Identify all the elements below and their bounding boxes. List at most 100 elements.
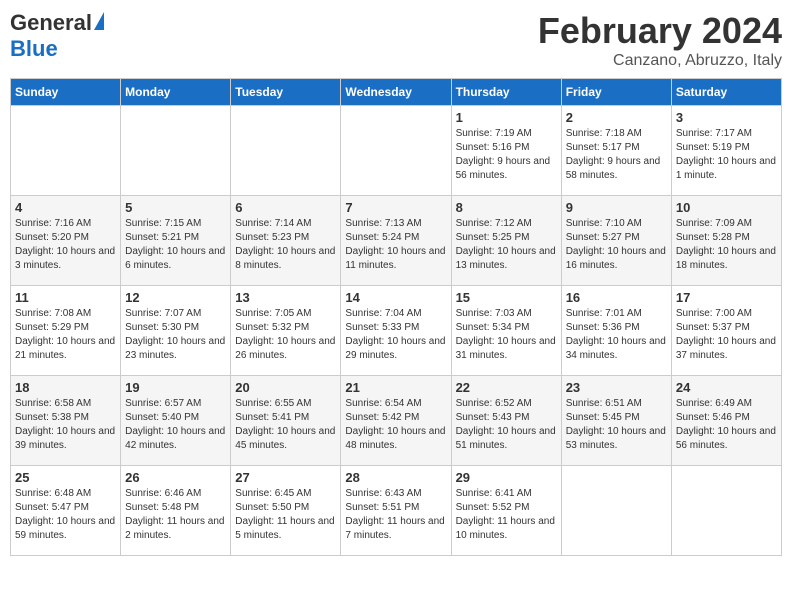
day-number: 5 xyxy=(125,200,226,215)
day-info: Sunrise: 6:52 AMSunset: 5:43 PMDaylight:… xyxy=(456,397,557,453)
calendar-cell-w4d6: 23 Sunrise: 6:51 AMSunset: 5:45 PMDayligh… xyxy=(561,376,671,466)
calendar-cell-w1d6: 2 Sunrise: 7:18 AMSunset: 5:17 PMDaylight… xyxy=(561,106,671,196)
day-number: 12 xyxy=(125,290,226,305)
logo-general-text: General xyxy=(10,10,92,36)
day-number: 8 xyxy=(456,200,557,215)
day-info: Sunrise: 7:16 AMSunset: 5:20 PMDaylight:… xyxy=(15,217,116,273)
calendar-cell-w3d7: 17Sunrise: 7:00 AMSunset: 5:37 PMDayligh… xyxy=(671,286,781,376)
calendar-body: 1 Sunrise: 7:19 AMSunset: 5:16 PMDaylight… xyxy=(11,106,782,556)
weekday-sunday: Sunday xyxy=(11,79,121,106)
day-info: Sunrise: 6:49 AMSunset: 5:46 PMDaylight:… xyxy=(676,397,777,453)
day-number: 25 xyxy=(15,470,116,485)
calendar-week-1: 1 Sunrise: 7:19 AMSunset: 5:16 PMDaylight… xyxy=(11,106,782,196)
calendar-cell-w5d4: 28Sunrise: 6:43 AMSunset: 5:51 PMDayligh… xyxy=(341,466,451,556)
day-number: 7 xyxy=(345,200,446,215)
calendar-cell-w3d3: 13 Sunrise: 7:05 AMSunset: 5:32 PMDayligh… xyxy=(231,286,341,376)
calendar-cell-w1d2 xyxy=(121,106,231,196)
day-number: 11 xyxy=(15,290,116,305)
calendar-cell-w2d1: 4 Sunrise: 7:16 AMSunset: 5:20 PMDaylight… xyxy=(11,196,121,286)
day-info: Sunrise: 7:12 AMSunset: 5:25 PMDaylight:… xyxy=(456,217,557,273)
day-info: Sunrise: 6:54 AMSunset: 5:42 PMDaylight:… xyxy=(345,397,446,453)
day-number: 19 xyxy=(125,380,226,395)
calendar-table: SundayMondayTuesdayWednesdayThursdayFrid… xyxy=(10,78,782,556)
day-info: Sunrise: 7:01 AMSunset: 5:36 PMDaylight:… xyxy=(566,307,667,363)
weekday-thursday: Thursday xyxy=(451,79,561,106)
day-info: Sunrise: 7:10 AMSunset: 5:27 PMDaylight:… xyxy=(566,217,667,273)
day-number: 10 xyxy=(676,200,777,215)
day-info: Sunrise: 6:45 AMSunset: 5:50 PMDaylight:… xyxy=(235,487,336,543)
day-number: 13 xyxy=(235,290,336,305)
day-number: 24 xyxy=(676,380,777,395)
day-info: Sunrise: 7:18 AMSunset: 5:17 PMDaylight:… xyxy=(566,127,667,183)
calendar-cell-w1d3 xyxy=(231,106,341,196)
day-number: 29 xyxy=(456,470,557,485)
calendar-cell-w2d4: 7 Sunrise: 7:13 AMSunset: 5:24 PMDaylight… xyxy=(341,196,451,286)
calendar-cell-w4d7: 24 Sunrise: 6:49 AMSunset: 5:46 PMDayligh… xyxy=(671,376,781,466)
calendar-cell-w1d7: 3 Sunrise: 7:17 AMSunset: 5:19 PMDaylight… xyxy=(671,106,781,196)
day-info: Sunrise: 7:17 AMSunset: 5:19 PMDaylight:… xyxy=(676,127,777,183)
day-info: Sunrise: 7:14 AMSunset: 5:23 PMDaylight:… xyxy=(235,217,336,273)
logo: General Blue xyxy=(10,10,104,62)
day-number: 18 xyxy=(15,380,116,395)
day-info: Sunrise: 6:51 AMSunset: 5:45 PMDaylight:… xyxy=(566,397,667,453)
calendar-cell-w2d5: 8 Sunrise: 7:12 AMSunset: 5:25 PMDaylight… xyxy=(451,196,561,286)
day-info: Sunrise: 6:48 AMSunset: 5:47 PMDaylight:… xyxy=(15,487,116,543)
weekday-saturday: Saturday xyxy=(671,79,781,106)
day-number: 23 xyxy=(566,380,667,395)
calendar-cell-w4d5: 22Sunrise: 6:52 AMSunset: 5:43 PMDayligh… xyxy=(451,376,561,466)
day-number: 28 xyxy=(345,470,446,485)
calendar-cell-w3d2: 12 Sunrise: 7:07 AMSunset: 5:30 PMDayligh… xyxy=(121,286,231,376)
weekday-friday: Friday xyxy=(561,79,671,106)
day-number: 26 xyxy=(125,470,226,485)
calendar-cell-w5d3: 27 Sunrise: 6:45 AMSunset: 5:50 PMDayligh… xyxy=(231,466,341,556)
day-info: Sunrise: 7:15 AMSunset: 5:21 PMDaylight:… xyxy=(125,217,226,273)
calendar-cell-w4d2: 19 Sunrise: 6:57 AMSunset: 5:40 PMDayligh… xyxy=(121,376,231,466)
calendar-cell-w3d1: 11 Sunrise: 7:08 AMSunset: 5:29 PMDayligh… xyxy=(11,286,121,376)
calendar-cell-w5d7 xyxy=(671,466,781,556)
day-info: Sunrise: 7:08 AMSunset: 5:29 PMDaylight:… xyxy=(15,307,116,363)
day-number: 6 xyxy=(235,200,336,215)
calendar-cell-w4d3: 20Sunrise: 6:55 AMSunset: 5:41 PMDayligh… xyxy=(231,376,341,466)
day-number: 4 xyxy=(15,200,116,215)
calendar-cell-w1d1 xyxy=(11,106,121,196)
calendar-week-5: 25 Sunrise: 6:48 AMSunset: 5:47 PMDayligh… xyxy=(11,466,782,556)
day-info: Sunrise: 6:57 AMSunset: 5:40 PMDaylight:… xyxy=(125,397,226,453)
title-block: February 2024 Canzano, Abruzzo, Italy xyxy=(538,10,782,70)
day-number: 21 xyxy=(345,380,446,395)
day-number: 14 xyxy=(345,290,446,305)
day-info: Sunrise: 6:58 AMSunset: 5:38 PMDaylight:… xyxy=(15,397,116,453)
day-info: Sunrise: 6:41 AMSunset: 5:52 PMDaylight:… xyxy=(456,487,557,543)
calendar-cell-w3d5: 15Sunrise: 7:03 AMSunset: 5:34 PMDayligh… xyxy=(451,286,561,376)
calendar-cell-w5d2: 26 Sunrise: 6:46 AMSunset: 5:48 PMDayligh… xyxy=(121,466,231,556)
calendar-cell-w3d6: 16 Sunrise: 7:01 AMSunset: 5:36 PMDayligh… xyxy=(561,286,671,376)
calendar-week-2: 4 Sunrise: 7:16 AMSunset: 5:20 PMDaylight… xyxy=(11,196,782,286)
calendar-cell-w2d7: 10Sunrise: 7:09 AMSunset: 5:28 PMDayligh… xyxy=(671,196,781,286)
weekday-monday: Monday xyxy=(121,79,231,106)
calendar-cell-w4d1: 18 Sunrise: 6:58 AMSunset: 5:38 PMDayligh… xyxy=(11,376,121,466)
day-number: 9 xyxy=(566,200,667,215)
day-number: 2 xyxy=(566,110,667,125)
logo-triangle-icon xyxy=(94,12,104,30)
page-header: General Blue February 2024 Canzano, Abru… xyxy=(10,10,782,70)
day-number: 27 xyxy=(235,470,336,485)
day-info: Sunrise: 7:00 AMSunset: 5:37 PMDaylight:… xyxy=(676,307,777,363)
calendar-cell-w1d5: 1 Sunrise: 7:19 AMSunset: 5:16 PMDaylight… xyxy=(451,106,561,196)
calendar-cell-w4d4: 21 Sunrise: 6:54 AMSunset: 5:42 PMDayligh… xyxy=(341,376,451,466)
day-info: Sunrise: 6:46 AMSunset: 5:48 PMDaylight:… xyxy=(125,487,226,543)
day-info: Sunrise: 7:04 AMSunset: 5:33 PMDaylight:… xyxy=(345,307,446,363)
day-number: 1 xyxy=(456,110,557,125)
weekday-header-row: SundayMondayTuesdayWednesdayThursdayFrid… xyxy=(11,79,782,106)
logo-blue-text: Blue xyxy=(10,36,58,62)
weekday-wednesday: Wednesday xyxy=(341,79,451,106)
calendar-cell-w5d5: 29 Sunrise: 6:41 AMSunset: 5:52 PMDayligh… xyxy=(451,466,561,556)
calendar-week-3: 11 Sunrise: 7:08 AMSunset: 5:29 PMDayligh… xyxy=(11,286,782,376)
calendar-cell-w2d6: 9 Sunrise: 7:10 AMSunset: 5:27 PMDaylight… xyxy=(561,196,671,286)
calendar-cell-w2d2: 5 Sunrise: 7:15 AMSunset: 5:21 PMDaylight… xyxy=(121,196,231,286)
day-info: Sunrise: 7:05 AMSunset: 5:32 PMDaylight:… xyxy=(235,307,336,363)
day-number: 16 xyxy=(566,290,667,305)
day-info: Sunrise: 7:13 AMSunset: 5:24 PMDaylight:… xyxy=(345,217,446,273)
day-info: Sunrise: 7:19 AMSunset: 5:16 PMDaylight:… xyxy=(456,127,557,183)
weekday-tuesday: Tuesday xyxy=(231,79,341,106)
day-number: 3 xyxy=(676,110,777,125)
day-info: Sunrise: 7:07 AMSunset: 5:30 PMDaylight:… xyxy=(125,307,226,363)
